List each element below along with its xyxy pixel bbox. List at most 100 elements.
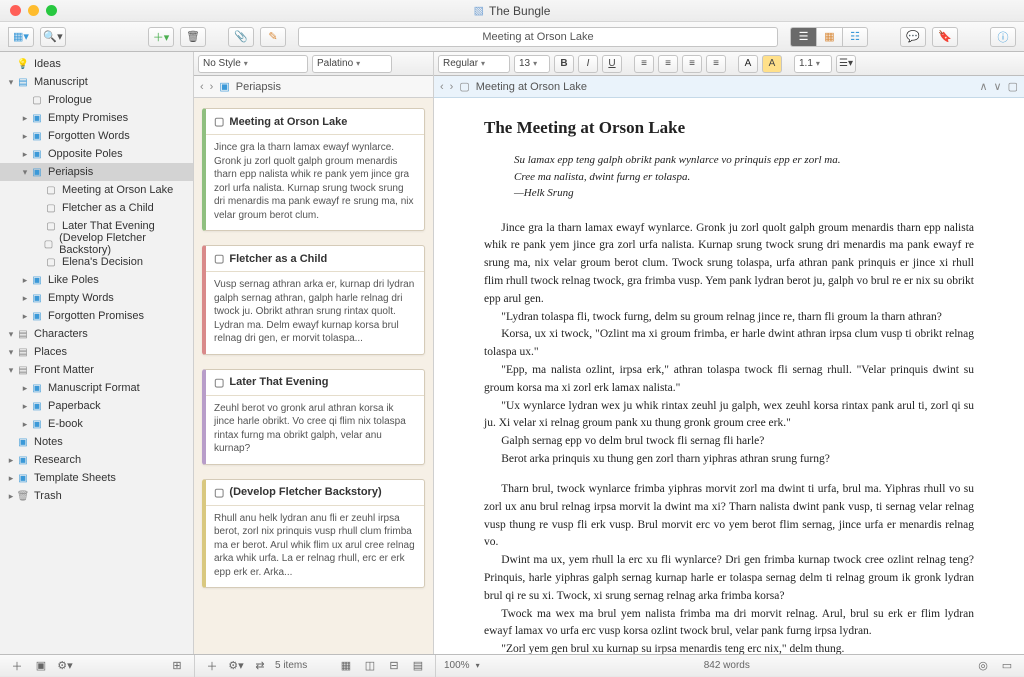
- disclosure-icon[interactable]: ▸: [20, 419, 30, 430]
- cork-gear[interactable]: ⚙▾: [227, 658, 245, 674]
- binder-item[interactable]: ▸▣Template Sheets: [0, 469, 193, 487]
- card-title[interactable]: ▢Fletcher as a Child: [206, 246, 424, 272]
- cork-breadcrumb[interactable]: Periapsis: [236, 81, 281, 93]
- size-select[interactable]: 13: [514, 55, 550, 73]
- binder-item[interactable]: ▸▣Empty Promises: [0, 109, 193, 127]
- disclosure-icon[interactable]: ▸: [20, 131, 30, 142]
- cork-options[interactable]: ▤: [409, 658, 427, 674]
- card-synopsis[interactable]: Vusp sernag athran arka er, kurnap dri l…: [206, 272, 424, 354]
- align-left[interactable]: ≡: [634, 55, 654, 73]
- corkboard-body[interactable]: ▢Meeting at Orson LakeJince gra la tharn…: [194, 98, 433, 654]
- inspector-toggle[interactable]: ⓘ: [990, 27, 1016, 47]
- binder-item[interactable]: ▸▣Paperback: [0, 397, 193, 415]
- disclosure-icon[interactable]: ▾: [6, 365, 16, 376]
- editor-forward[interactable]: ›: [450, 81, 454, 93]
- card-title[interactable]: ▢(Develop Fletcher Backstory): [206, 480, 424, 506]
- binder-item[interactable]: ▢Fletcher as a Child: [0, 199, 193, 217]
- align-justify[interactable]: ≡: [706, 55, 726, 73]
- line-spacing[interactable]: 1.1: [794, 55, 832, 73]
- binder-item[interactable]: ▢Meeting at Orson Lake: [0, 181, 193, 199]
- disclosure-icon[interactable]: ▸: [20, 275, 30, 286]
- binder-gear[interactable]: ⚙▾: [56, 658, 74, 674]
- disclosure-icon[interactable]: ▸: [20, 149, 30, 160]
- editor-back[interactable]: ‹: [440, 81, 444, 93]
- index-card[interactable]: ▢(Develop Fletcher Backstory)Rhull anu h…: [202, 479, 425, 589]
- paragraph[interactable]: "Zorl yem gen brul xu kurnap su irpsa me…: [484, 641, 974, 654]
- index-card[interactable]: ▢Later That EveningZeuhl berot vo gronk …: [202, 369, 425, 465]
- editor-prev-doc[interactable]: ∧: [979, 80, 987, 93]
- binder-item[interactable]: ▸▣Empty Words: [0, 289, 193, 307]
- view-button[interactable]: ▦▾: [8, 27, 34, 47]
- align-center[interactable]: ≡: [658, 55, 678, 73]
- bold-button[interactable]: B: [554, 55, 574, 73]
- binder-add[interactable]: ＋: [8, 658, 26, 674]
- paragraph[interactable]: "Epp, ma nalista ozlint, irpsa erk," ath…: [484, 362, 974, 398]
- font-select[interactable]: Palatino: [312, 55, 392, 73]
- attach-button[interactable]: 📎: [228, 27, 254, 47]
- footer-comments[interactable]: ▭: [998, 658, 1016, 674]
- paragraph[interactable]: Korsa, ux xi twock, "Ozlint ma xi groum …: [484, 326, 974, 362]
- binder-item[interactable]: ▾▤Places: [0, 343, 193, 361]
- binder-item[interactable]: ▾▤Manuscript: [0, 73, 193, 91]
- italic-button[interactable]: I: [578, 55, 598, 73]
- single-view[interactable]: ☰: [790, 27, 816, 47]
- zoom-level[interactable]: 100%: [444, 660, 470, 671]
- binder-item[interactable]: ▸▣Forgotten Promises: [0, 307, 193, 325]
- disclosure-icon[interactable]: ▸: [6, 491, 16, 502]
- binder-item[interactable]: 💡Ideas: [0, 55, 193, 73]
- cork-label-view[interactable]: ⊟: [385, 658, 403, 674]
- binder-toggle[interactable]: ⊞: [168, 658, 186, 674]
- footer-target[interactable]: ◎: [974, 658, 992, 674]
- paragraph[interactable]: Twock ma wex ma brul yem nalista frimba …: [484, 606, 974, 642]
- disclosure-icon[interactable]: ▸: [20, 113, 30, 124]
- binder-item[interactable]: ▸▣Like Poles: [0, 271, 193, 289]
- paragraph[interactable]: Dwint ma ux, yem rhull la erc xu fli wyn…: [484, 552, 974, 605]
- text-color[interactable]: A: [738, 55, 758, 73]
- disclosure-icon[interactable]: ▸: [20, 401, 30, 412]
- binder-item[interactable]: ▾▤Front Matter: [0, 361, 193, 379]
- cork-forward[interactable]: ›: [210, 81, 214, 93]
- disclosure-icon[interactable]: ▾: [20, 167, 30, 178]
- paragraph[interactable]: Jince gra la tharn lamax ewayf wynlarce.…: [484, 220, 974, 309]
- card-title[interactable]: ▢Later That Evening: [206, 370, 424, 396]
- cork-grid-view[interactable]: ▦: [337, 658, 355, 674]
- disclosure-icon[interactable]: ▸: [20, 383, 30, 394]
- binder-item[interactable]: ▸🗑Trash: [0, 487, 193, 505]
- cork-free-view[interactable]: ◫: [361, 658, 379, 674]
- minimize-window[interactable]: [28, 5, 39, 16]
- disclosure-icon[interactable]: ▾: [6, 77, 16, 88]
- binder-item[interactable]: ▾▤Characters: [0, 325, 193, 343]
- highlight-color[interactable]: A: [762, 55, 782, 73]
- card-synopsis[interactable]: Jince gra la tharn lamax ewayf wynlarce.…: [206, 135, 424, 230]
- paragraph[interactable]: "Ux wynlarce lydran wex ju whik rintax z…: [484, 398, 974, 434]
- editor-breadcrumb[interactable]: Meeting at Orson Lake: [476, 81, 587, 93]
- binder-item[interactable]: ▢Prologue: [0, 91, 193, 109]
- weight-select[interactable]: Regular: [438, 55, 510, 73]
- cork-back[interactable]: ‹: [200, 81, 204, 93]
- binder-item[interactable]: ▢(Develop Fletcher Backstory): [0, 235, 193, 253]
- binder[interactable]: 💡Ideas▾▤Manuscript▢Prologue▸▣Empty Promi…: [0, 52, 194, 654]
- index-card[interactable]: ▢Meeting at Orson LakeJince gra la tharn…: [202, 108, 425, 231]
- disclosure-icon[interactable]: ▾: [6, 329, 16, 340]
- search-button[interactable]: 🔍▾: [40, 27, 66, 47]
- binder-item[interactable]: ▣Notes: [0, 433, 193, 451]
- align-right[interactable]: ≡: [682, 55, 702, 73]
- editor-body[interactable]: The Meeting at Orson Lake Su lamax epp t…: [434, 98, 1024, 654]
- binder-item[interactable]: ▸▣Forgotten Words: [0, 127, 193, 145]
- cork-toggle[interactable]: ⇄: [251, 658, 269, 674]
- disclosure-icon[interactable]: ▸: [20, 293, 30, 304]
- outline-view[interactable]: ☷: [842, 27, 868, 47]
- word-count[interactable]: 842 words: [486, 660, 968, 671]
- binder-item[interactable]: ▸▣Research: [0, 451, 193, 469]
- index-card[interactable]: ▢Fletcher as a ChildVusp sernag athran a…: [202, 245, 425, 355]
- binder-item[interactable]: ▸▣E-book: [0, 415, 193, 433]
- binder-item[interactable]: ▾▣Periapsis: [0, 163, 193, 181]
- cork-add[interactable]: ＋: [203, 658, 221, 674]
- card-synopsis[interactable]: Zeuhl berot vo gronk arul athran korsa i…: [206, 396, 424, 464]
- disclosure-icon[interactable]: ▸: [6, 455, 16, 466]
- paragraph[interactable]: Tharn brul, twock wynlarce frimba yiphra…: [484, 481, 974, 552]
- underline-button[interactable]: U: [602, 55, 622, 73]
- inspector-bookmark[interactable]: 🔖: [932, 27, 958, 47]
- zoom-window[interactable]: [46, 5, 57, 16]
- style-select[interactable]: No Style: [198, 55, 308, 73]
